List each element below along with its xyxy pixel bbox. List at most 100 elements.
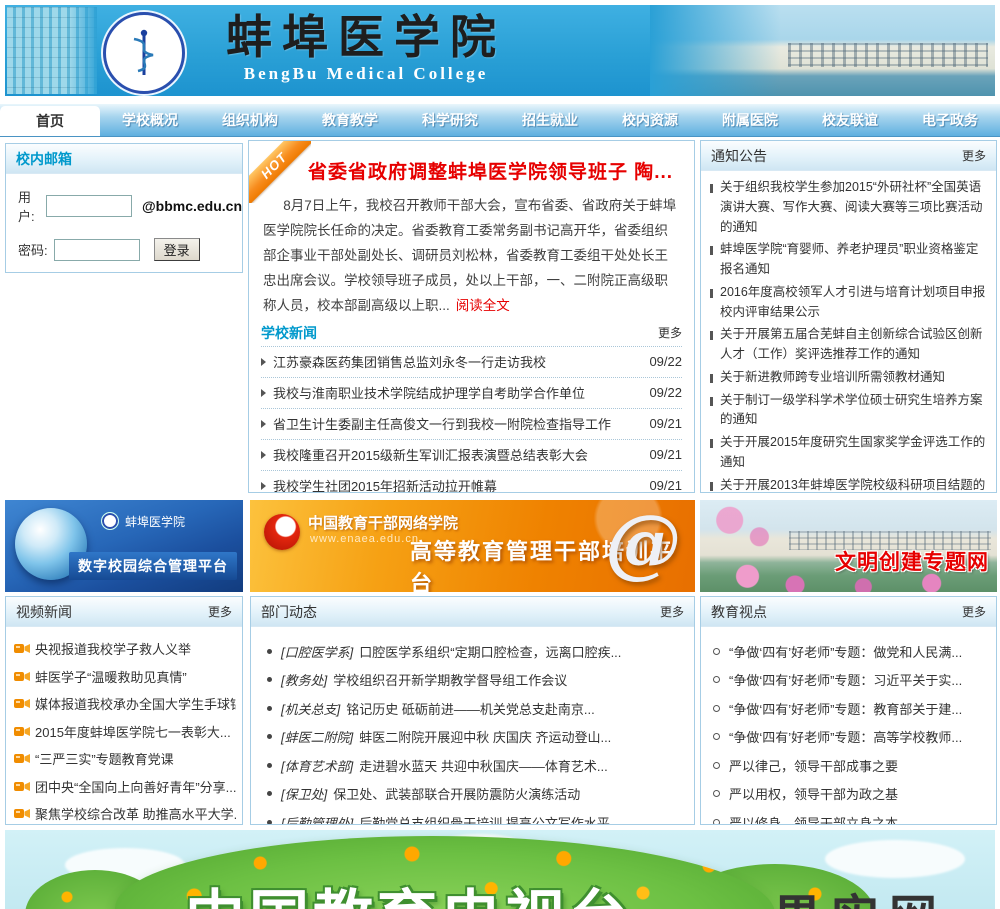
dept-item[interactable]: [教务处] 学校组织召开新学期教学督导组工作会议 (267, 666, 684, 695)
dept-item[interactable]: [后勤管理处] 后勤党总支组织骨干培训 提高公文写作水平 (267, 808, 684, 825)
notice-more-link[interactable]: 更多 (962, 147, 986, 164)
nav-item-research[interactable]: 科学研究 (400, 104, 500, 136)
nav-item-home[interactable]: 首页 (0, 106, 100, 136)
bbmc-homepage: 蚌埠医学院 BengBu Medical College 首页 学校概况 组织机… (0, 0, 1000, 909)
video-item-title: 团中央“全国向上向善好青年”分享... (35, 779, 236, 795)
news-item[interactable]: 江苏豪森医药集团销售总监刘永冬一行走访我校 09/22 (261, 345, 682, 377)
dept-item-title: 铭记历史 砥砺前进——机关党总支赴南京... (346, 701, 595, 717)
banner-civilization[interactable]: 文明创建专题网 (700, 500, 997, 592)
nav-item-alumni[interactable]: 校友联谊 (800, 104, 900, 136)
edu-more-link[interactable]: 更多 (962, 603, 986, 620)
video-camera-icon (14, 808, 30, 819)
news-item[interactable]: 省卫生计生委副主任高俊文一行到我校一附院检查指导工作 09/21 (261, 407, 682, 439)
notice-item[interactable]: 关于制订一级学科学术学位硕士研究生培养方案的通知 (707, 391, 988, 431)
triangle-bullet-icon (261, 450, 266, 459)
edu-item[interactable]: “争做‘四有’好老师”专题：做党和人民满... (713, 637, 988, 666)
edu-item[interactable]: “争做‘四有’好老师”专题：教育部关于建... (713, 694, 988, 723)
nav-item-admissions[interactable]: 招生就业 (500, 104, 600, 136)
banner-digital-campus[interactable]: 蚌埠医学院 数字校园综合管理平台 (5, 500, 243, 592)
dept-tag: [口腔医学系] (281, 644, 354, 660)
cloud-icon (825, 840, 965, 878)
dept-item-title: 后勤党总支组织骨干培训 提高公文写作水平 (359, 815, 610, 825)
nav-item-egov[interactable]: 电子政务 (900, 104, 1000, 136)
video-more-link[interactable]: 更多 (208, 603, 232, 620)
edu-item[interactable]: “争做‘四有’好老师”专题：高等学校教师... (713, 723, 988, 752)
fruit-net-title: 果实网 (773, 878, 947, 909)
video-item[interactable]: 媒体报道我校承办全国大学生手球锦... (14, 690, 236, 718)
news-item[interactable]: 我校隆重召开2015级新生军训汇报表演暨总结表彰大会 09/21 (261, 438, 682, 470)
login-button[interactable]: 登录 (153, 238, 200, 261)
video-panel-header: 视频新闻 更多 (6, 597, 242, 627)
video-item[interactable]: 团中央“全国向上向善好青年”分享... (14, 773, 236, 801)
edu-item[interactable]: 严以修身，领导干部立身之本 (713, 808, 988, 824)
video-item-title: “三严三实”专题教育党课 (35, 752, 174, 768)
banner-cadre-training[interactable]: 中国教育干部网络学院 www.enaea.edu.cn 高等教育管理干部培训平台… (250, 500, 695, 592)
video-camera-icon (14, 753, 30, 764)
video-item-title: 聚焦学校综合改革 助推高水平大学... (35, 807, 236, 823)
video-item[interactable]: 蚌医学子“温暖救助见真情” (14, 663, 236, 691)
dept-item[interactable]: [蚌医二附院] 蚌医二附院开展迎中秋 庆国庆 齐运动登山... (267, 723, 684, 752)
cetv-title: 中国教育电视台 (185, 870, 633, 909)
video-item[interactable]: 聚焦学校综合改革 助推高水平大学... (14, 800, 236, 824)
edu-item[interactable]: “争做‘四有’好老师”专题：习近平关于实... (713, 666, 988, 695)
school-news-list: 江苏豪森医药集团销售总监刘永冬一行走访我校 09/22 我校与淮南职业技术学院结… (261, 345, 682, 493)
nav-item-resources[interactable]: 校内资源 (600, 104, 700, 136)
dept-item[interactable]: [体育艺术部] 走进碧水蓝天 共迎中秋国庆——体育艺术... (267, 751, 684, 780)
dept-tag: [蚌医二附院] (281, 730, 354, 746)
video-item-title: 媒体报道我校承办全国大学生手球锦... (35, 697, 236, 713)
notice-item[interactable]: 2016年度高校领军人才引进与培育计划项目申报校内评审结果公示 (707, 283, 988, 323)
news-item-title: 我校学生社团2015年招新活动拉开帷幕 (273, 479, 497, 493)
video-camera-icon (14, 643, 30, 654)
triangle-bullet-icon (261, 388, 266, 397)
main-nav: 首页 学校概况 组织机构 教育教学 科学研究 招生就业 校内资源 附属医院 校友… (0, 103, 1000, 137)
video-camera-icon (14, 726, 30, 737)
banner1-caption: 数字校园综合管理平台 (69, 552, 237, 580)
notice-item[interactable]: 关于新进教师跨专业培训所需领教材通知 (707, 368, 988, 388)
email-domain-label: @bbmc.edu.cn (142, 198, 242, 214)
video-item[interactable]: 央视报道我校学子救人义举 (14, 635, 236, 663)
dept-item[interactable]: [机关总支] 铭记历史 砥砺前进——机关党总支赴南京... (267, 694, 684, 723)
dept-item-title: 走进碧水蓝天 共迎中秋国庆——体育艺术... (359, 758, 608, 774)
dept-tag: [保卫处] (281, 787, 328, 803)
edu-item-title: “争做‘四有’好老师”专题：习近平关于实... (729, 673, 963, 689)
video-item[interactable]: 2015年度蚌埠医学院七一表彰大... (14, 718, 236, 746)
featured-summary: 8月7日上午，我校召开教师干部大会，宣布省委、省政府关于蚌埠医学院院长任命的决定… (263, 194, 680, 319)
notice-item[interactable]: 蚌埠医学院“育婴师、养老护理员”职业资格鉴定报名通知 (707, 240, 988, 280)
video-item-title: 蚌医学子“温暖救助见真情” (35, 669, 187, 685)
nav-item-organization[interactable]: 组织机构 (200, 104, 300, 136)
edu-item[interactable]: 严以用权，领导干部为政之基 (713, 780, 988, 809)
notice-item[interactable]: 关于开展2015年度研究生国家奖学金评选工作的通知 (707, 433, 988, 473)
dept-item[interactable]: [保卫处] 保卫处、武装部联合开展防震防火演练活动 (267, 780, 684, 809)
edu-item-title: “争做‘四有’好老师”专题：高等学校教师... (729, 730, 963, 746)
nav-item-teaching[interactable]: 教育教学 (300, 104, 400, 136)
read-more-link[interactable]: 阅读全文 (456, 298, 510, 313)
triangle-bullet-icon (261, 419, 266, 428)
at-symbol-icon: @ (605, 500, 681, 587)
notice-item[interactable]: 关于开展第五届合芜蚌自主创新综合试验区创新人才（工作）奖评选推荐工作的通知 (707, 325, 988, 365)
news-item[interactable]: 我校学生社团2015年招新活动拉开帷幕 09/21 (261, 469, 682, 493)
school-news-more-link[interactable]: 更多 (658, 324, 682, 341)
nav-item-hospitals[interactable]: 附属医院 (700, 104, 800, 136)
notice-item-text: 关于开展第五届合芜蚌自主创新综合试验区创新人才（工作）奖评选推荐工作的通知 (720, 327, 983, 361)
notice-item[interactable]: 关于开展2013年蚌埠医学院校级科研项目结题的通知 (707, 476, 988, 493)
dept-item[interactable]: [口腔医学系] 口腔医学系组织“定期口腔检查，远离口腔疾... (267, 637, 684, 666)
dept-more-link[interactable]: 更多 (660, 603, 684, 620)
nav-item-overview[interactable]: 学校概况 (100, 104, 200, 136)
footer-banner-cetv[interactable]: 中国教育电视台 果实网 (5, 830, 995, 909)
video-camera-icon (14, 781, 30, 792)
dept-item-title: 保卫处、武装部联合开展防震防火演练活动 (333, 787, 581, 803)
featured-headline-link[interactable]: 省委省政府调整蚌埠医学院领导班子 陶... (301, 157, 680, 184)
email-login-panel: 校内邮箱 用户: @bbmc.edu.cn 密码: 登录 (5, 143, 243, 273)
edu-item[interactable]: 严以律己，领导干部成事之要 (713, 751, 988, 780)
news-item[interactable]: 我校与淮南职业技术学院结成护理学自考助学合作单位 09/22 (261, 376, 682, 408)
edu-view-panel: 教育视点 更多 “争做‘四有’好老师”专题：做党和人民满... “争做‘四有’好… (700, 596, 997, 825)
notice-item[interactable]: 关于组织我校学生参加2015“外研社杯”全国英语演讲大赛、写作大赛、阅读大赛等三… (707, 178, 988, 237)
dept-item-title: 口腔医学系组织“定期口腔检查，远离口腔疾... (359, 644, 622, 660)
password-input[interactable] (53, 238, 140, 261)
notice-item-text: 关于开展2013年蚌埠医学院校级科研项目结题的通知 (720, 477, 986, 492)
video-item[interactable]: “三严三实”专题教育党课 (14, 745, 236, 773)
campus-photo-left (7, 7, 97, 94)
username-input[interactable] (46, 195, 132, 217)
notice-list: 关于组织我校学生参加2015“外研社杯”全国英语演讲大赛、写作大赛、阅读大赛等三… (701, 171, 996, 493)
video-camera-icon (14, 698, 30, 709)
